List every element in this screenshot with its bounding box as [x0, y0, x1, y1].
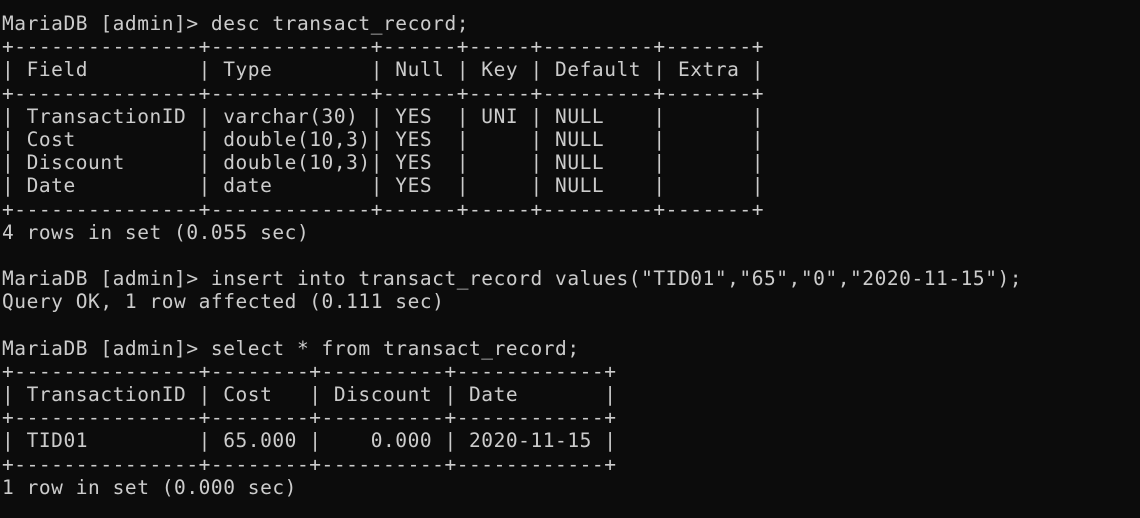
terminal-line: +---------------+--------+----------+---…: [2, 359, 617, 383]
terminal-line: +---------------+-------------+------+--…: [2, 35, 764, 59]
terminal-line: | TransactionID | Cost | Discount | Date…: [2, 383, 617, 406]
terminal-line: +---------------+--------+----------+---…: [2, 406, 617, 430]
terminal-window[interactable]: MariaDB [admin]> desc transact_record; +…: [0, 0, 1140, 518]
terminal-line: Query OK, 1 row affected (0.111 sec): [2, 290, 445, 314]
terminal-line: | Field | Type | Null | Key | Default | …: [2, 58, 764, 82]
terminal-line: 4 rows in set (0.055 sec): [2, 220, 310, 244]
terminal-line: +---------------+-------------+------+--…: [2, 81, 764, 105]
terminal-line: | Discount | double(10,3)| YES | | NULL …: [2, 151, 764, 175]
terminal-line: | Date | date | YES | | NULL | |: [2, 174, 764, 198]
terminal-line: 1 row in set (0.000 sec): [2, 475, 297, 499]
terminal-line: | Cost | double(10,3)| YES | | NULL | |: [2, 127, 764, 151]
terminal-line: | TID01 | 65.000 | 0.000 | 2020-11-15 |: [2, 429, 617, 453]
terminal-line: | TransactionID | varchar(30) | YES | UN…: [2, 104, 764, 128]
terminal-line: MariaDB [admin]> select * from transact_…: [2, 336, 580, 360]
terminal-line: MariaDB [admin]> desc transact_record;: [2, 12, 470, 35]
terminal-line: +---------------+-------------+------+--…: [2, 197, 764, 221]
terminal-line: MariaDB [admin]> insert into transact_re…: [2, 267, 1023, 291]
terminal-line: +---------------+--------+----------+---…: [2, 452, 617, 476]
